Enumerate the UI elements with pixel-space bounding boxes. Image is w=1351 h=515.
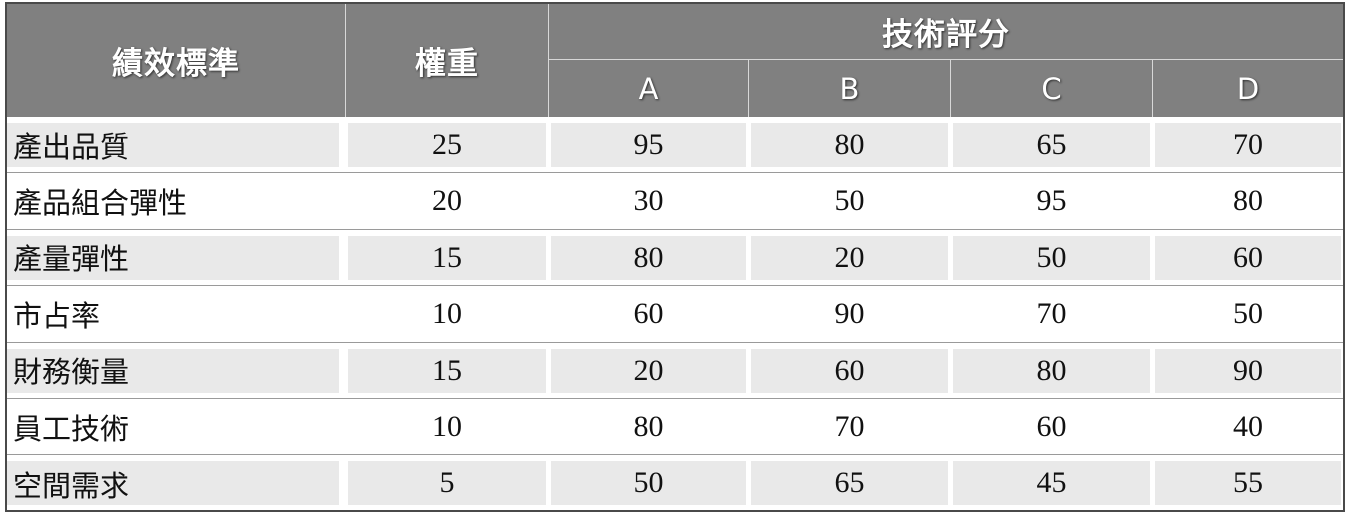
criteria-label: 財務衡量 [13,355,130,390]
criteria-label: 市占率 [13,298,101,333]
weight-cell: 10 [432,297,462,331]
tech-b-header: B [839,71,860,106]
score-cell: 55 [1155,461,1341,506]
score-table: 績效標準 權重 技術評分 A B C D 產出品質 25 95 80 65 70… [5,2,1345,512]
tech-a-header: A [638,71,659,106]
table-row: 產品組合彈性 20 30 50 95 80 [7,173,1343,230]
score-cell: 70 [1155,123,1341,167]
table-row: 產出品質 25 95 80 65 70 [7,117,1343,174]
score-cell: 80 [751,123,948,167]
header-divider [950,60,951,117]
score-cell: 50 [551,461,746,506]
score-cell: 70 [1036,297,1067,331]
score-cell: 60 [1036,409,1067,443]
criteria-label: 空間需求 [13,468,130,503]
score-cell: 50 [834,184,865,218]
score-cell: 80 [633,409,664,443]
score-cell: 65 [751,461,948,506]
score-cell: 20 [551,348,746,393]
table-row: 產量彈性 15 80 20 50 60 [7,230,1343,287]
table-body: 產出品質 25 95 80 65 70 產品組合彈性 20 30 50 95 8… [7,117,1343,512]
score-cell: 50 [953,235,1150,280]
weight-cell: 15 [348,348,546,393]
criteria-label: 產品組合彈性 [13,186,188,221]
score-cell: 90 [834,297,865,331]
table-row: 空間需求 5 50 65 45 55 [7,455,1343,511]
score-cell: 65 [953,123,1150,167]
score-cell: 45 [953,461,1150,506]
header-divider [345,4,346,117]
tech-score-header: 技術評分 [882,17,1010,53]
weight-cell: 5 [348,461,546,506]
score-cell: 95 [551,123,746,167]
header-divider [549,59,1343,60]
table-header: 績效標準 權重 技術評分 A B C D [7,4,1343,117]
tech-c-header: C [1041,71,1062,106]
weight-header: 權重 [415,46,479,82]
weight-cell: 15 [348,235,546,280]
table-row: 市占率 10 60 90 70 50 [7,286,1343,343]
score-cell: 20 [751,235,948,280]
score-cell: 30 [633,184,664,218]
score-cell: 80 [953,348,1150,393]
header-divider [1152,60,1153,117]
criteria-header: 績效標準 [112,46,240,82]
score-cell: 95 [1036,184,1067,218]
header-divider [748,60,749,117]
criteria-label: 產出品質 [13,129,130,164]
score-cell: 60 [1155,235,1341,280]
score-cell: 40 [1233,409,1263,443]
score-cell: 90 [1155,348,1341,393]
score-cell: 50 [1233,297,1263,331]
header-divider [548,4,549,117]
score-cell: 60 [633,297,664,331]
score-cell: 60 [751,348,948,393]
weight-cell: 25 [348,123,546,167]
criteria-label: 產量彈性 [13,242,130,277]
score-cell: 70 [834,409,865,443]
score-cell: 80 [1233,184,1263,218]
criteria-label: 員工技術 [13,411,130,446]
tech-d-header: D [1236,71,1260,106]
weight-cell: 20 [432,184,462,218]
table-row: 財務衡量 15 20 60 80 90 [7,343,1343,399]
table-row: 員工技術 10 80 70 60 40 [7,399,1343,456]
weight-cell: 10 [432,409,462,443]
score-cell: 80 [551,235,746,280]
